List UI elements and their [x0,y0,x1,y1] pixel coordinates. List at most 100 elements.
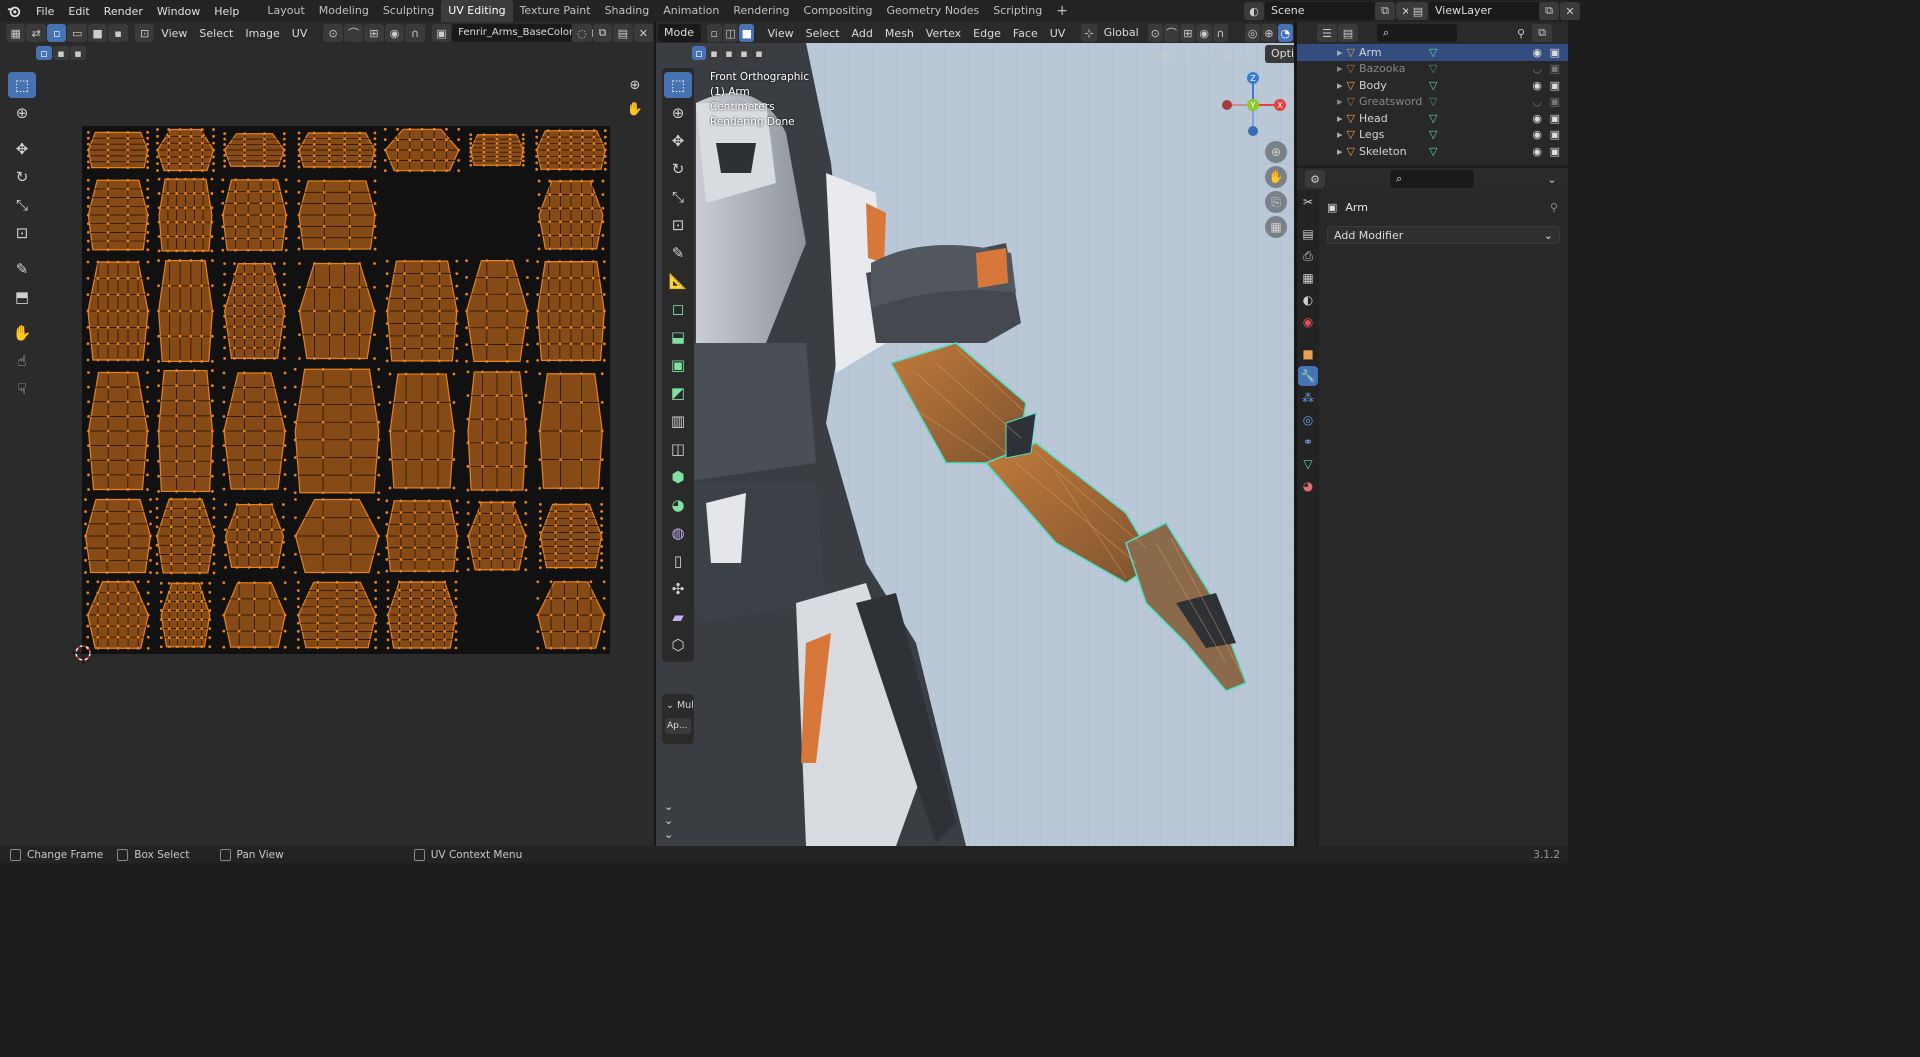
operator-panel-header[interactable]: ⌄ Mul [662,694,694,716]
relax-tool-icon[interactable]: ☝ [8,348,36,374]
auto-merge-icon[interactable]: ⧉ [1240,45,1260,63]
vp-snap-target-icon[interactable]: ⊞ [1180,24,1196,42]
vp-menu-select[interactable]: Select [800,27,846,40]
mesh-data-icon[interactable]: ▽ [1429,128,1437,141]
add-workspace-button[interactable]: + [1049,0,1075,22]
tab-shading[interactable]: Shading [598,0,657,22]
mirror-icon[interactable]: ⊠ [1156,45,1176,63]
vp-menu-edge[interactable]: Edge [967,27,1007,40]
tab-geometry-nodes[interactable]: Geometry Nodes [879,0,986,22]
mode-dropdown[interactable]: Mode [658,24,701,42]
tab-modeling[interactable]: Modeling [312,0,376,22]
scene-tab-icon[interactable]: ◐ [1298,290,1318,310]
delete-viewlayer-icon[interactable]: ✕ [1560,2,1580,20]
mesh-data-icon[interactable]: ▽ [1429,62,1437,75]
gizmo-neg-z-axis[interactable] [1248,126,1258,136]
axis-z-toggle[interactable]: Z [1219,45,1239,63]
navigation-gizmo[interactable]: Z X Y [1218,70,1288,140]
camera-view-icon[interactable]: ⎘ [1265,191,1287,213]
uv-menu-uv[interactable]: UV [286,27,314,40]
2d-cursor-icon[interactable] [72,642,94,664]
pinch-tool-icon[interactable]: ☟ [8,376,36,402]
pivot-icon[interactable]: ⊙ [323,24,343,42]
operator-apply-button[interactable]: Ap... [665,718,691,734]
vp-measure-tool-icon[interactable]: 📐 [664,268,692,294]
outliner-item-legs[interactable]: ▸ ▽ Legs ▽ ◉ ▣ [1297,127,1568,144]
expand-arrow-icon[interactable]: ▸ [1337,128,1343,141]
knife-tool-icon[interactable]: ◫ [664,436,692,462]
uv-menu-image[interactable]: Image [239,27,285,40]
vp-snap-icon[interactable]: ⌒ [1163,24,1180,42]
select-new-icon[interactable]: ▫ [36,46,52,60]
shear-tool-icon[interactable]: ▰ [664,604,692,630]
edge-select-icon[interactable]: ▭ [67,24,87,42]
vp-falloff-icon[interactable]: ∩ [1212,24,1229,42]
eye-icon[interactable]: ◉ [1532,46,1542,59]
properties-search-input[interactable]: ⌕ [1390,170,1474,188]
transform-tool-icon[interactable]: ⊡ [8,220,36,246]
snap-target-icon[interactable]: ⊞ [364,24,384,42]
pivot-point-icon[interactable]: ⊙ [1147,24,1163,42]
tab-layout[interactable]: Layout [260,0,311,22]
camera-icon[interactable]: ▣ [1550,145,1560,158]
vp-menu-view[interactable]: View [761,27,799,40]
uv-menu-view[interactable]: View [155,27,193,40]
select-box-tool-icon[interactable]: ⬚ [8,72,36,98]
blender-logo-icon[interactable] [7,4,21,18]
vp-transform-tool-icon[interactable]: ⊡ [664,212,692,238]
falloff-icon[interactable]: ∩ [405,24,425,42]
eye-icon[interactable]: ◉ [1532,112,1542,125]
object-tab-icon[interactable]: ■ [1298,344,1318,364]
modifier-wrench-icon[interactable]: 🔧 [1298,366,1318,386]
zoom-icon[interactable]: ⊕ [624,74,646,96]
camera-icon[interactable]: ▣ [1550,46,1560,59]
cursor-tool-icon[interactable]: ⊕ [8,100,36,126]
vertex-select-icon[interactable]: ▫ [46,24,67,42]
mesh-data-icon[interactable]: ▽ [1429,145,1437,158]
overlay-toggle-icon[interactable]: ◔ [1277,24,1293,42]
vertex-mode-icon[interactable]: ▫ [706,24,722,42]
viewlayer-field[interactable]: ViewLayer [1429,2,1539,20]
axis-x-toggle[interactable]: X [1177,45,1197,63]
properties-editor-icon[interactable]: ⚙ [1305,170,1325,188]
vp-annotate-tool-icon[interactable]: ✎ [664,240,692,266]
vp-menu-vertex[interactable]: Vertex [920,27,967,40]
select-subtract-icon[interactable]: ▪ [70,46,86,60]
vp-zoom-icon[interactable]: ⊕ [1265,141,1287,163]
outliner-item-greatsword[interactable]: ▸ ▽ Greatsword ▽ ◡ ▣ [1297,94,1568,111]
vp-rotate-tool-icon[interactable]: ↻ [664,156,692,182]
outliner-search-input[interactable]: ⌕ [1377,24,1457,42]
tab-animation[interactable]: Animation [656,0,726,22]
camera-icon[interactable]: ▣ [1550,128,1560,141]
particles-tab-icon[interactable]: ⁂ [1298,388,1318,408]
inset-tool-icon[interactable]: ▣ [664,352,692,378]
visibility-icon[interactable]: ◎ [1245,24,1261,42]
filter-icon[interactable]: ⚲ [1511,24,1531,42]
editor-type-icon[interactable]: ▦ [6,24,26,42]
menu-edit[interactable]: Edit [61,5,96,18]
expand-arrow-icon[interactable]: ▸ [1337,145,1343,158]
camera-icon[interactable]: ▣ [1550,62,1560,75]
annotate-tool-icon[interactable]: ✎ [8,256,36,282]
eye-icon[interactable]: ◉ [1532,145,1542,158]
add-cube-tool-icon[interactable]: ◻ [664,296,692,322]
expand-arrow-icon[interactable]: ▸ [1337,95,1343,108]
uv-menu-select[interactable]: Select [193,27,239,40]
mesh-data-tab-icon[interactable]: ▽ [1298,454,1318,474]
vp-cursor-tool-icon[interactable]: ⊕ [664,100,692,126]
edge-slide-tool-icon[interactable]: ▯ [664,548,692,574]
chevron-down-icon[interactable]: ⌄ [1542,170,1562,188]
camera-icon[interactable]: ▣ [1550,79,1560,92]
vp-proportional-icon[interactable]: ◉ [1196,24,1212,42]
operator-panel[interactable]: ⌄ Mul Ap... [662,694,694,744]
poly-build-tool-icon[interactable]: ⬢ [664,464,692,490]
vp-select-new-icon[interactable]: ▫ [692,46,706,60]
outliner-item-body[interactable]: ▸ ▽ Body ▽ ◉ ▣ [1297,77,1568,94]
island-select-icon[interactable]: ▪ [108,24,128,42]
pan-hand-icon[interactable]: ✋ [624,98,646,120]
constraints-tab-icon[interactable]: ⚭ [1298,432,1318,452]
outliner-item-head[interactable]: ▸ ▽ Head ▽ ◉ ▣ [1297,110,1568,127]
unlink-image-icon[interactable]: ✕ [633,24,654,42]
new-collection-icon[interactable]: ⧉ [1532,24,1552,42]
expand-arrow-icon[interactable]: ▸ [1337,79,1343,92]
